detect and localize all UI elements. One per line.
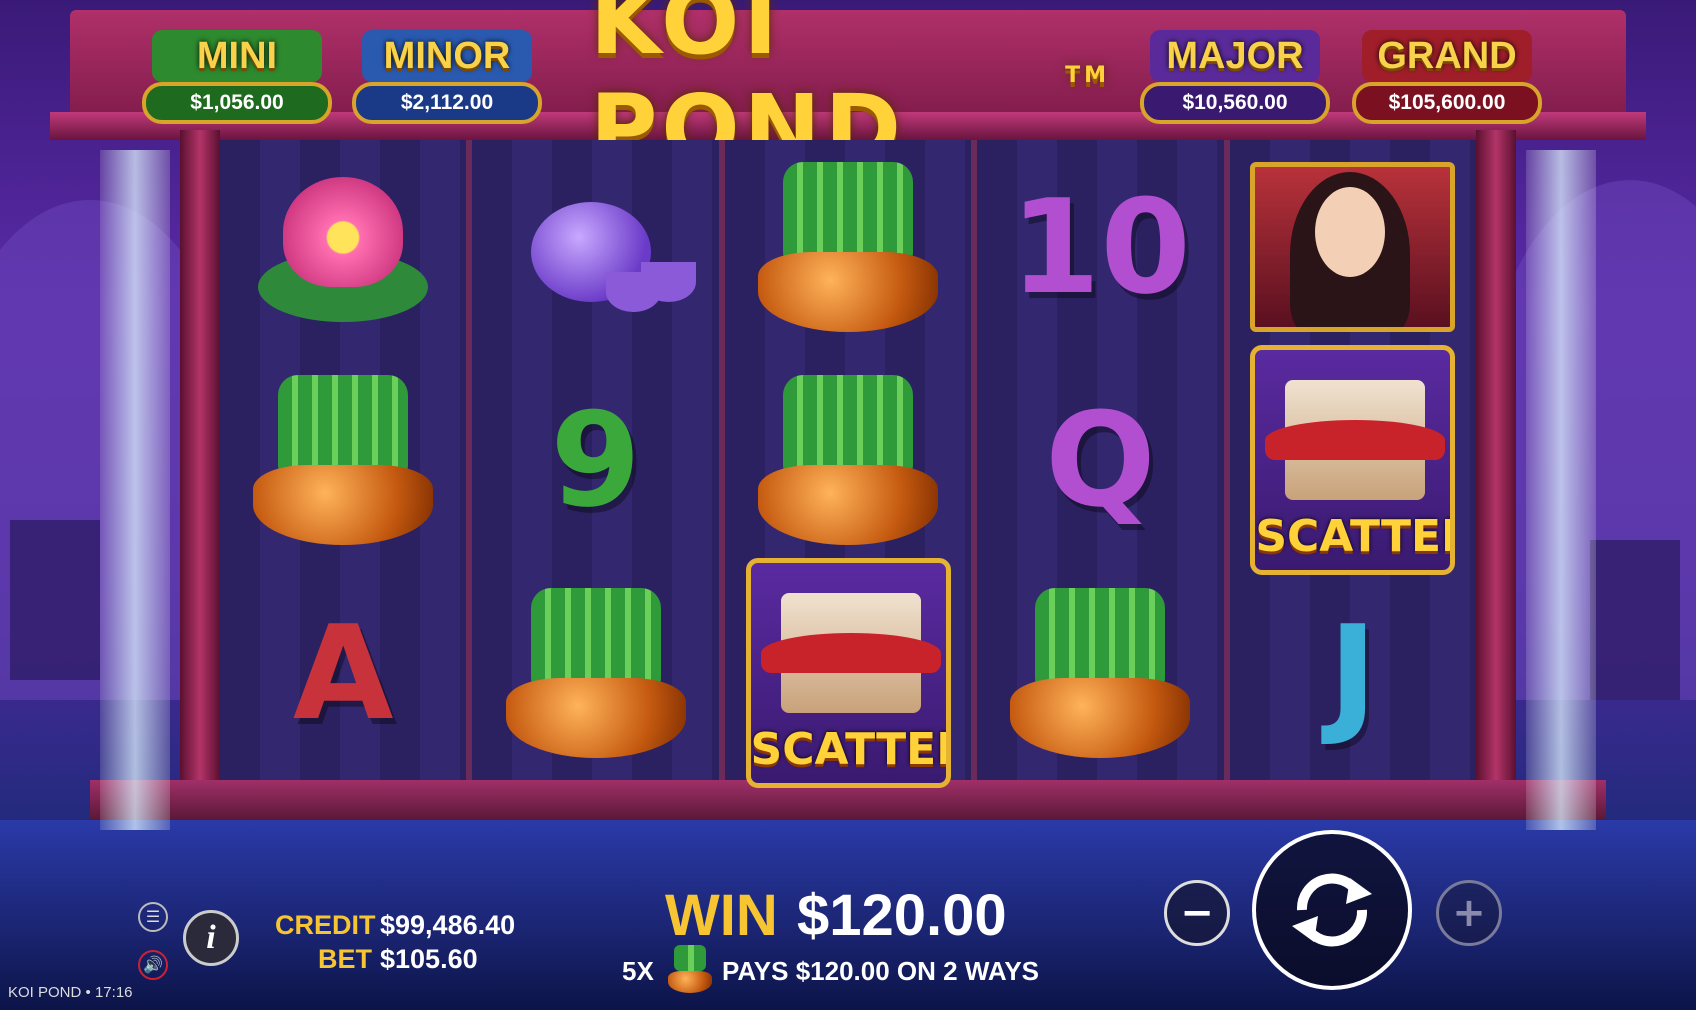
reel-cell	[220, 353, 466, 566]
credit-label: CREDIT	[275, 910, 376, 940]
reel-cell	[472, 140, 718, 353]
background-pagoda-left	[10, 520, 100, 680]
reel-grid: A 9 SCATTER 10 Q SCATTER J	[220, 140, 1477, 788]
spin-button[interactable]	[1252, 830, 1412, 990]
jackpot-minor-value: $2,112.00	[352, 82, 542, 124]
bamboo-pot-symbol-icon	[505, 578, 686, 768]
jackpot-major-title: MAJOR	[1150, 30, 1320, 82]
jackpot-mini: MINI $1,056.00	[142, 30, 332, 130]
jackpot-grand: GRAND $105,600.00	[1352, 30, 1542, 130]
letter-j-symbol: J	[1328, 596, 1378, 749]
reel-cell: SCATTER	[1230, 344, 1476, 575]
bamboo-pot-symbol-icon	[253, 365, 434, 555]
reel-cell	[472, 566, 718, 779]
footer-separator: •	[85, 984, 91, 1001]
speaker-icon: 🔊	[143, 957, 163, 974]
footer-clock: 17:16	[94, 984, 133, 1001]
jackpot-mini-value: $1,056.00	[142, 82, 332, 124]
reel-3: SCATTER	[724, 140, 978, 788]
credit-value: $99,486.40	[380, 910, 516, 940]
reel-cell	[977, 566, 1223, 779]
reel-cell: 10	[977, 140, 1223, 353]
reel-1: A	[220, 140, 473, 780]
number-10-symbol: 10	[1009, 170, 1191, 323]
scatter-label: SCATTER	[1255, 510, 1456, 562]
sound-toggle-button[interactable]: 🔊	[138, 950, 168, 980]
number-9-symbol: 9	[550, 383, 641, 536]
temple-pillar-right	[1476, 130, 1516, 820]
reel-cell: Q	[977, 353, 1223, 566]
bamboo-pot-symbol-icon	[1010, 578, 1191, 768]
background-pagoda-right	[1590, 540, 1680, 700]
jackpot-grand-value: $105,600.00	[1352, 82, 1542, 124]
temple-pillar-left	[180, 130, 220, 820]
reel-4: 10 Q	[977, 140, 1230, 780]
letter-a-symbol: A	[292, 596, 394, 749]
scatter-symbol: SCATTER	[745, 557, 951, 788]
jackpot-major: MAJOR $10,560.00	[1140, 30, 1330, 130]
game-logo: KOI POND TM	[590, 0, 1110, 182]
reel-cell	[725, 353, 971, 566]
info-icon: i	[206, 919, 216, 956]
bet-label: BET	[318, 944, 372, 974]
jackpot-grand-title: GRAND	[1362, 30, 1532, 82]
scatter-label: SCATTER	[750, 723, 951, 775]
reel-2: 9	[472, 140, 725, 780]
menu-button[interactable]: ☰	[138, 902, 168, 932]
reel-cell	[220, 140, 466, 353]
info-button[interactable]: i	[183, 910, 239, 966]
letter-q-symbol: Q	[1045, 383, 1156, 536]
reel-cell: SCATTER	[725, 557, 971, 788]
waterfall-right	[1526, 150, 1596, 830]
bamboo-pot-symbol-icon	[758, 152, 939, 342]
win-detail-text: PAYS $120.00 ON 2 WAYS	[722, 956, 1040, 986]
reel-cell: J	[1230, 566, 1476, 779]
footer-info: KOI POND • 17:16	[8, 984, 133, 1001]
trademark-mark: TM	[1065, 62, 1110, 88]
bamboo-pot-mini-icon	[668, 945, 712, 993]
footer-game-title: KOI POND	[8, 984, 82, 1001]
jackpot-mini-title: MINI	[152, 30, 322, 82]
jackpot-major-value: $10,560.00	[1140, 82, 1330, 124]
hamburger-icon: ☰	[145, 909, 161, 926]
teapot-symbol-icon	[501, 172, 696, 322]
reel-cell	[1230, 140, 1476, 353]
jackpot-minor: MINOR $2,112.00	[352, 30, 542, 130]
jackpot-minor-title: MINOR	[362, 30, 532, 82]
reel-5: SCATTER J	[1229, 140, 1477, 780]
bamboo-pot-symbol-icon	[758, 365, 939, 555]
lotus-symbol-icon	[258, 172, 429, 322]
win-amount: $120.00	[797, 883, 1007, 948]
reel-cell: A	[220, 566, 466, 779]
increase-bet-button[interactable]: +	[1436, 880, 1502, 946]
minus-icon: −	[1180, 890, 1214, 936]
reel-cell: 9	[472, 353, 718, 566]
win-label: WIN	[665, 883, 778, 948]
reel-cell	[725, 140, 971, 353]
win-detail-count: 5X	[622, 956, 654, 986]
decrease-bet-button[interactable]: −	[1164, 880, 1230, 946]
plus-icon: +	[1452, 890, 1486, 936]
spin-arrows-icon	[1292, 873, 1372, 947]
waterfall-left	[100, 150, 170, 830]
geisha-symbol-icon	[1250, 161, 1456, 332]
scatter-symbol: SCATTER	[1250, 344, 1456, 575]
bet-value: $105.60	[380, 944, 478, 974]
